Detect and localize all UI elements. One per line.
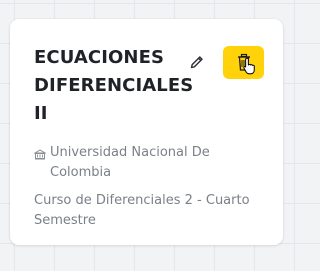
edit-button[interactable] bbox=[186, 51, 208, 73]
course-card[interactable]: ECUACIONES DIFERENCIALES II Universidad … bbox=[10, 19, 283, 245]
hand-pointer-cursor bbox=[243, 57, 255, 75]
pencil-icon bbox=[190, 56, 203, 69]
course-description: Curso de Diferenciales 2 - Cuarto Semest… bbox=[34, 193, 250, 228]
delete-button[interactable] bbox=[223, 46, 264, 79]
university-info: Universidad Nacional De Colombia bbox=[34, 143, 264, 183]
university-name: Universidad Nacional De Colombia bbox=[50, 145, 210, 180]
course-title: ECUACIONES DIFERENCIALES II bbox=[34, 47, 194, 124]
building-icon bbox=[34, 149, 46, 160]
